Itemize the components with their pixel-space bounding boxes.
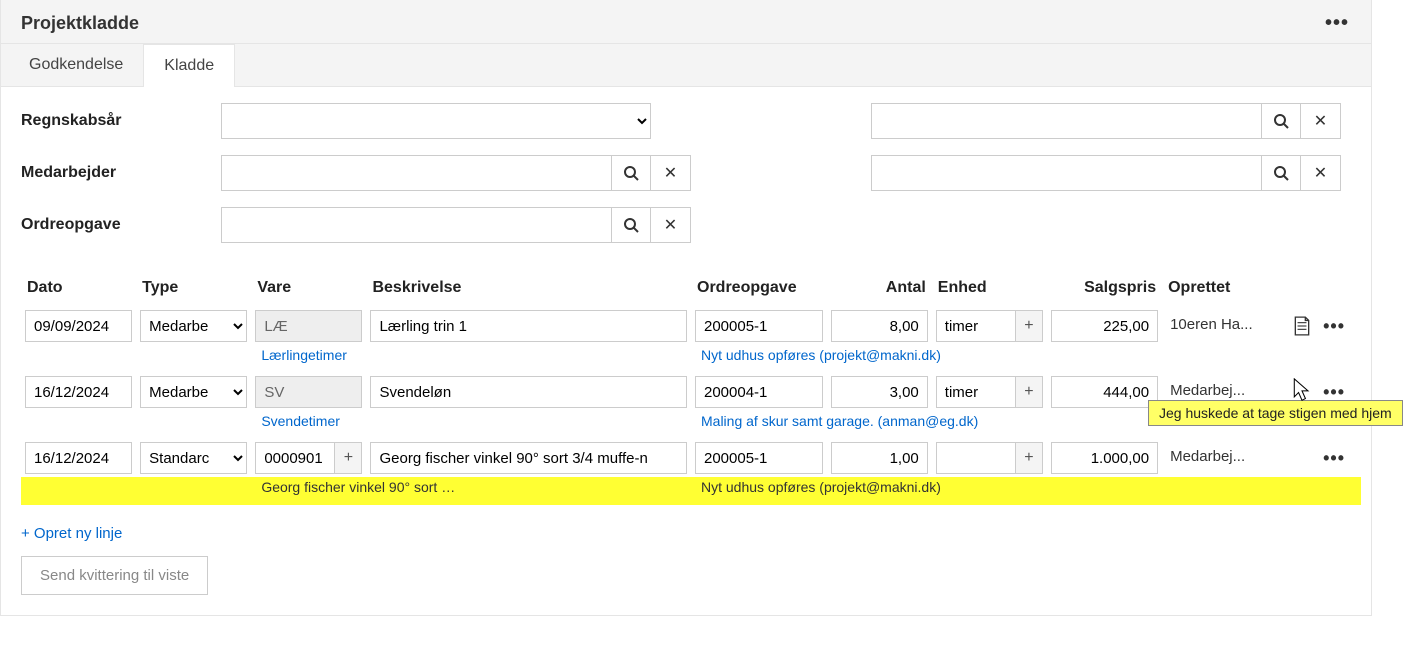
tab-kladde[interactable]: Kladde [143,44,235,87]
label-regnskabsaar: Regnskabsår [21,112,221,130]
th-vare[interactable]: Vare [251,269,366,307]
dato-input[interactable] [25,376,132,408]
clear-icon[interactable]: ✕ [651,155,691,191]
note-tooltip: Jeg huskede at tage stigen med hjem [1148,400,1403,426]
label-ordreopgave: Ordreopgave [21,216,221,234]
oprettet-text: 10eren Ha... [1166,316,1253,333]
label-medarbejder: Medarbejder [21,164,221,182]
table-subrow: LærlingetimerNyt udhus opføres (projekt@… [21,345,1361,373]
table-row: Medarbe +10eren Ha... ••• [21,307,1361,345]
antal-input[interactable] [831,442,928,474]
dato-input[interactable] [25,442,132,474]
enhed-add-button[interactable]: + [1015,376,1043,408]
send-receipt-button[interactable]: Send kvittering til viste [21,556,208,595]
oprettet-text: Medarbej... [1166,382,1245,399]
clear-icon[interactable]: ✕ [651,207,691,243]
filter-right-1-input[interactable] [871,103,1261,139]
tab-godkendelse[interactable]: Godkendelse [9,44,143,86]
add-line-button[interactable]: + Opret ny linje [21,525,122,542]
th-dato[interactable]: Dato [21,269,136,307]
th-beskrivelse[interactable]: Beskrivelse [366,269,691,307]
subrow-left[interactable]: Lærlingetimer [251,345,691,373]
note-icon[interactable] [1293,316,1311,336]
subrow-left[interactable]: Svendetimer [251,411,691,439]
clear-icon[interactable]: ✕ [1301,155,1341,191]
search-icon[interactable] [1261,103,1301,139]
antal-input[interactable] [831,376,928,408]
input-medarbejder[interactable] [221,155,611,191]
vare-input[interactable] [255,376,362,408]
type-select[interactable]: Medarbe [140,310,247,342]
page-title: Projektkladde [21,13,139,34]
clear-icon[interactable]: ✕ [1301,103,1341,139]
panel-header: Projektkladde ••• [1,0,1371,44]
ordreopgave-input[interactable] [695,310,823,342]
oprettet-text: Medarbej... [1166,448,1245,465]
enhed-input[interactable] [936,376,1015,408]
search-icon[interactable] [1261,155,1301,191]
ordreopgave-input[interactable] [695,442,823,474]
th-type[interactable]: Type [136,269,251,307]
dato-input[interactable] [25,310,132,342]
enhed-input[interactable] [936,310,1015,342]
input-ordreopgave[interactable] [221,207,611,243]
th-antal[interactable]: Antal [827,269,932,307]
ordreopgave-input[interactable] [695,376,823,408]
subrow-left[interactable]: Georg fischer vinkel 90° sort … [251,477,691,505]
table-subrow: Georg fischer vinkel 90° sort …Nyt udhus… [21,477,1361,505]
search-icon[interactable] [611,155,651,191]
beskrivelse-input[interactable] [370,376,687,408]
header-more-icon[interactable]: ••• [1321,12,1353,35]
vare-input[interactable] [255,442,334,474]
th-enhed[interactable]: Enhed [932,269,1047,307]
journal-table: Dato Type Vare Beskrivelse Ordreopgave A… [21,269,1361,505]
th-salgspris[interactable]: Salgspris [1047,269,1162,307]
beskrivelse-input[interactable] [370,442,687,474]
vare-add-button[interactable]: + [334,442,362,474]
type-select[interactable]: Standarc [140,442,247,474]
th-ordreopgave[interactable]: Ordreopgave [691,269,827,307]
antal-input[interactable] [831,310,928,342]
filter-right-2-input[interactable] [871,155,1261,191]
enhed-input[interactable] [936,442,1015,474]
select-regnskabsaar[interactable] [221,103,651,139]
type-select[interactable]: Medarbe [140,376,247,408]
salgspris-input[interactable] [1051,310,1158,342]
th-oprettet[interactable]: Oprettet [1162,269,1277,307]
subrow-right[interactable]: Maling af skur samt garage. (anman@eg.dk… [691,411,1047,439]
vare-input[interactable] [255,310,362,342]
search-icon[interactable] [611,207,651,243]
enhed-add-button[interactable]: + [1015,310,1043,342]
enhed-add-button[interactable]: + [1015,442,1043,474]
beskrivelse-input[interactable] [370,310,687,342]
table-row: Standarc + + Medarbej... ••• [21,439,1361,477]
subrow-right[interactable]: Nyt udhus opføres (projekt@makni.dk) [691,477,1047,505]
row-more-icon[interactable]: ••• [1319,448,1349,469]
salgspris-input[interactable] [1051,376,1158,408]
tabs: Godkendelse Kladde [1,44,1371,87]
subrow-right[interactable]: Nyt udhus opføres (projekt@makni.dk) [691,345,1047,373]
row-more-icon[interactable]: ••• [1319,316,1349,337]
salgspris-input[interactable] [1051,442,1158,474]
